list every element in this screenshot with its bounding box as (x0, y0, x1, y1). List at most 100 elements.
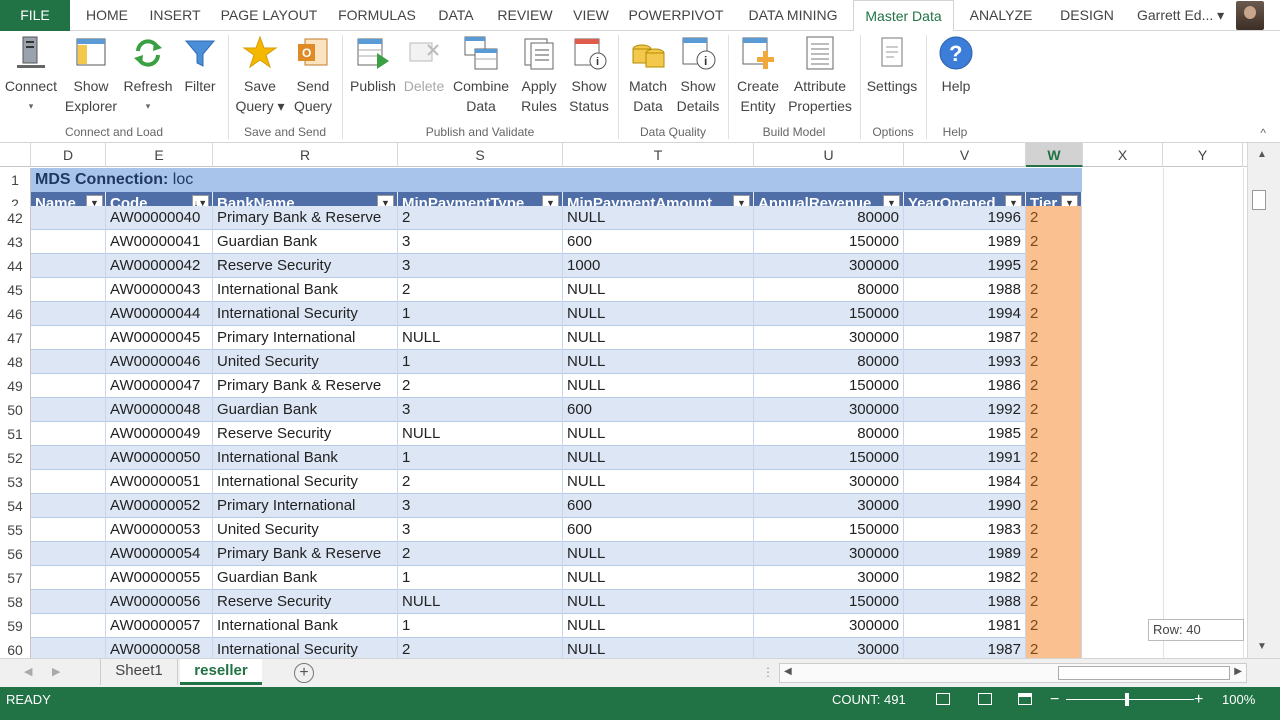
tier-cell[interactable]: 2 (1026, 350, 1082, 374)
minpaymentamount-cell[interactable]: 600 (563, 494, 754, 518)
yearopened-cell[interactable]: 1986 (904, 374, 1026, 398)
minpaymenttype-cell[interactable]: 2 (398, 542, 563, 566)
tab-view[interactable]: VIEW (568, 0, 614, 31)
row-header[interactable]: 45 (0, 278, 31, 302)
row-header[interactable]: 57 (0, 566, 31, 590)
row-header[interactable]: 1 (0, 168, 31, 192)
tab-data-mining[interactable]: DATA MINING (738, 0, 848, 31)
annualrevenue-cell[interactable]: 300000 (754, 614, 904, 638)
column-header-t[interactable]: T (563, 143, 754, 167)
publish-button[interactable]: Publish (346, 35, 400, 96)
send-query-button[interactable]: O Send Query (288, 35, 338, 116)
sheet-next-icon[interactable]: ▶ (52, 665, 60, 678)
name-cell[interactable] (31, 206, 106, 230)
tier-cell[interactable]: 2 (1026, 542, 1082, 566)
splitter-handle-icon[interactable]: ⋮ (762, 665, 774, 679)
code-cell[interactable]: AW00000051 (106, 470, 213, 494)
minpaymenttype-cell[interactable]: 2 (398, 470, 563, 494)
bankname-cell[interactable]: Reserve Security (213, 422, 398, 446)
code-cell[interactable]: AW00000041 (106, 230, 213, 254)
bankname-cell[interactable]: Primary International (213, 494, 398, 518)
yearopened-cell[interactable]: 1996 (904, 206, 1026, 230)
yearopened-cell[interactable]: 1995 (904, 254, 1026, 278)
minpaymenttype-cell[interactable]: 3 (398, 518, 563, 542)
column-header-d[interactable]: D (31, 143, 106, 167)
code-cell[interactable]: AW00000053 (106, 518, 213, 542)
user-account-name[interactable]: Garrett Ed... ▾ (1137, 0, 1224, 31)
annualrevenue-cell[interactable]: 80000 (754, 278, 904, 302)
minpaymenttype-cell[interactable]: 2 (398, 638, 563, 658)
yearopened-cell[interactable]: 1982 (904, 566, 1026, 590)
code-cell[interactable]: AW00000046 (106, 350, 213, 374)
code-cell[interactable]: AW00000048 (106, 398, 213, 422)
column-header-e[interactable]: E (106, 143, 213, 167)
minpaymentamount-cell[interactable]: NULL (563, 422, 754, 446)
code-cell[interactable]: AW00000047 (106, 374, 213, 398)
yearopened-cell[interactable]: 1988 (904, 590, 1026, 614)
connect-button[interactable]: Connect ▾ (2, 35, 60, 116)
annualrevenue-cell[interactable]: 150000 (754, 230, 904, 254)
code-cell[interactable]: AW00000040 (106, 206, 213, 230)
row-header[interactable]: 42 (0, 206, 31, 230)
show-explorer-button[interactable]: Show Explorer (60, 35, 122, 116)
normal-view-icon[interactable] (936, 693, 950, 705)
annualrevenue-cell[interactable]: 80000 (754, 206, 904, 230)
minpaymentamount-cell[interactable]: 600 (563, 398, 754, 422)
tab-home[interactable]: HOME (78, 0, 136, 31)
minpaymentamount-cell[interactable]: NULL (563, 350, 754, 374)
tier-cell[interactable]: 2 (1026, 398, 1082, 422)
bankname-cell[interactable]: Guardian Bank (213, 398, 398, 422)
bankname-cell[interactable]: Primary Bank & Reserve (213, 374, 398, 398)
minpaymentamount-cell[interactable]: NULL (563, 446, 754, 470)
code-cell[interactable]: AW00000042 (106, 254, 213, 278)
bankname-cell[interactable]: United Security (213, 350, 398, 374)
tab-formulas[interactable]: FORMULAS (332, 0, 422, 31)
code-cell[interactable]: AW00000045 (106, 326, 213, 350)
name-cell[interactable] (31, 350, 106, 374)
page-break-view-icon[interactable] (1018, 693, 1032, 705)
tier-cell[interactable]: 2 (1026, 302, 1082, 326)
bankname-cell[interactable]: International Bank (213, 446, 398, 470)
name-cell[interactable] (31, 446, 106, 470)
bankname-cell[interactable]: International Bank (213, 278, 398, 302)
tab-design[interactable]: DESIGN (1052, 0, 1122, 31)
row-header[interactable]: 50 (0, 398, 31, 422)
scroll-up-icon[interactable]: ▲ (1257, 149, 1267, 160)
row-header[interactable]: 56 (0, 542, 31, 566)
bankname-cell[interactable]: International Security (213, 638, 398, 658)
minpaymentamount-cell[interactable]: NULL (563, 542, 754, 566)
code-cell[interactable]: AW00000044 (106, 302, 213, 326)
annualrevenue-cell[interactable]: 300000 (754, 254, 904, 278)
yearopened-cell[interactable]: 1991 (904, 446, 1026, 470)
yearopened-cell[interactable]: 1981 (904, 614, 1026, 638)
yearopened-cell[interactable]: 1985 (904, 422, 1026, 446)
yearopened-cell[interactable]: 1988 (904, 278, 1026, 302)
code-cell[interactable]: AW00000043 (106, 278, 213, 302)
bankname-cell[interactable]: International Security (213, 302, 398, 326)
row-header[interactable]: 54 (0, 494, 31, 518)
name-cell[interactable] (31, 494, 106, 518)
code-cell[interactable]: AW00000050 (106, 446, 213, 470)
tier-cell[interactable]: 2 (1026, 518, 1082, 542)
name-cell[interactable] (31, 254, 106, 278)
tab-file[interactable]: FILE (0, 0, 70, 31)
minpaymenttype-cell[interactable]: 2 (398, 374, 563, 398)
yearopened-cell[interactable]: 1983 (904, 518, 1026, 542)
row-header[interactable]: 60 (0, 638, 31, 658)
refresh-button[interactable]: Refresh ▾ (120, 35, 176, 116)
tier-cell[interactable]: 2 (1026, 206, 1082, 230)
minpaymentamount-cell[interactable]: NULL (563, 638, 754, 658)
name-cell[interactable] (31, 302, 106, 326)
yearopened-cell[interactable]: 1989 (904, 542, 1026, 566)
tier-cell[interactable]: 2 (1026, 566, 1082, 590)
code-cell[interactable]: AW00000052 (106, 494, 213, 518)
help-button[interactable]: ? Help (930, 35, 982, 96)
annualrevenue-cell[interactable]: 30000 (754, 638, 904, 658)
yearopened-cell[interactable]: 1987 (904, 326, 1026, 350)
annualrevenue-cell[interactable]: 300000 (754, 542, 904, 566)
bankname-cell[interactable]: Primary International (213, 326, 398, 350)
tab-master-data[interactable]: Master Data (853, 0, 954, 32)
yearopened-cell[interactable]: 1993 (904, 350, 1026, 374)
tier-cell[interactable]: 2 (1026, 614, 1082, 638)
save-query-button[interactable]: Save Query ▾ (232, 35, 288, 116)
